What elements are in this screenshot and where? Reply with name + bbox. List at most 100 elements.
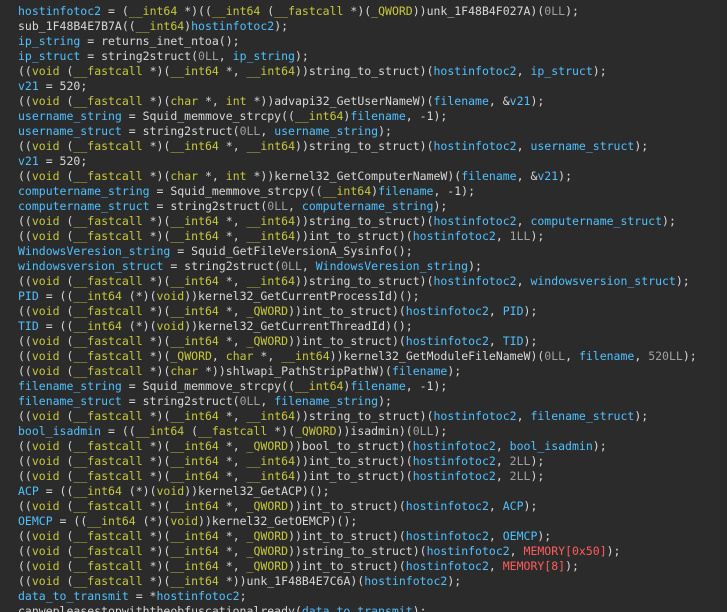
code-identifier[interactable]: WindowsVeresion_string	[316, 259, 468, 273]
code-identifier[interactable]: v21	[18, 79, 39, 93]
code-identifier[interactable]: hostinfotoc2	[434, 64, 517, 78]
code-line[interactable]: ACP = ((__int64 (*)(void))kernel32_GetAC…	[18, 484, 727, 499]
code-line[interactable]: username_struct = string2struct(0LL, use…	[18, 124, 727, 139]
code-line[interactable]: ((void (__fastcall *)(__int64 *))unk_1F4…	[18, 574, 727, 589]
code-identifier[interactable]: hostinfotoc2	[18, 4, 101, 18]
code-identifier[interactable]: filename	[579, 349, 634, 363]
code-identifier[interactable]: PID	[503, 304, 524, 318]
code-line[interactable]: ((void (__fastcall *)(__int64 *, _QWORD)…	[18, 544, 727, 559]
code-identifier[interactable]: filename_struct	[530, 409, 634, 423]
code-identifier[interactable]: hostinfotoc2	[406, 559, 489, 573]
code-identifier[interactable]: WindowsVeresion_string	[18, 244, 170, 258]
code-identifier[interactable]: ACP	[18, 484, 39, 498]
code-identifier[interactable]: data_to_transmit	[302, 604, 413, 612]
code-identifier[interactable]: computername_struct	[530, 214, 662, 228]
code-line[interactable]: ((void (__fastcall *)(__int64 *, __int64…	[18, 229, 727, 244]
code-identifier[interactable]: hostinfotoc2	[156, 589, 239, 603]
code-line[interactable]: ((void (__fastcall *)(char *))shlwapi_Pa…	[18, 364, 727, 379]
code-line[interactable]: ((void (__fastcall *)(__int64 *, _QWORD)…	[18, 334, 727, 349]
code-identifier[interactable]: computername_struct	[18, 199, 150, 213]
code-identifier[interactable]: ACP	[503, 499, 524, 513]
code-identifier[interactable]: computername_string	[18, 184, 150, 198]
code-line[interactable]: windowsversion_struct = string2struct(0L…	[18, 259, 727, 274]
code-line[interactable]: ((void (__fastcall *)(__int64 *, __int64…	[18, 454, 727, 469]
code-line[interactable]: ((void (__fastcall *)(__int64 *, _QWORD)…	[18, 499, 727, 514]
code-line[interactable]: computername_string = Squid_memmove_strc…	[18, 184, 727, 199]
code-identifier[interactable]: ip_struct	[18, 49, 80, 63]
code-line[interactable]: ((void (__fastcall *)(__int64 *, __int64…	[18, 214, 727, 229]
code-line[interactable]: ip_struct = string2struct(0LL, ip_string…	[18, 49, 727, 64]
code-identifier[interactable]: ip_struct	[530, 64, 592, 78]
code-line[interactable]: WindowsVeresion_string = Squid_GetFileVe…	[18, 244, 727, 259]
code-line[interactable]: bool_isadmin = ((__int64 (__fastcall *)(…	[18, 424, 727, 439]
code-identifier[interactable]: TID	[18, 319, 39, 333]
code-line[interactable]: data_to_transmit = *hostinfotoc2;	[18, 589, 727, 604]
code-identifier[interactable]: OEMCP	[503, 529, 538, 543]
code-identifier[interactable]: hostinfotoc2	[434, 274, 517, 288]
code-identifier[interactable]: hostinfotoc2	[413, 229, 496, 243]
code-line[interactable]: filename_struct = string2struct(0LL, fil…	[18, 394, 727, 409]
code-identifier[interactable]: v21	[510, 94, 531, 108]
code-line[interactable]: ((void (__fastcall *)(__int64 *, __int64…	[18, 64, 727, 79]
code-line[interactable]: hostinfotoc2 = (__int64 *)((__int64 (__f…	[18, 4, 727, 19]
code-line[interactable]: ((void (__fastcall *)(char *, int *))ker…	[18, 169, 727, 184]
code-line[interactable]: sub_1F48B4E7B7A((__int64)hostinfotoc2);	[18, 19, 727, 34]
code-identifier[interactable]: filename	[378, 184, 433, 198]
code-identifier[interactable]: filename	[392, 364, 447, 378]
code-identifier[interactable]: OEMCP	[18, 514, 53, 528]
code-line[interactable]: PID = ((__int64 (*)(void))kernel32_GetCu…	[18, 289, 727, 304]
code-identifier[interactable]: filename_string	[18, 379, 122, 393]
code-identifier[interactable]: username_struct	[18, 124, 122, 138]
code-identifier[interactable]: ip_string	[18, 34, 80, 48]
code-line[interactable]: ((void (__fastcall *)(_QWORD, char *, __…	[18, 349, 727, 364]
code-line[interactable]: ((void (__fastcall *)(__int64 *, __int64…	[18, 409, 727, 424]
code-identifier[interactable]: hostinfotoc2	[434, 214, 517, 228]
code-identifier[interactable]: username_string	[18, 109, 122, 123]
code-identifier[interactable]: username_string	[274, 124, 378, 138]
code-line[interactable]: ((void (__fastcall *)(__int64 *, _QWORD)…	[18, 439, 727, 454]
code-line[interactable]: ((void (__fastcall *)(__int64 *, _QWORD)…	[18, 304, 727, 319]
code-identifier[interactable]: hostinfotoc2	[413, 439, 496, 453]
code-identifier[interactable]: filename	[350, 109, 405, 123]
code-identifier[interactable]: filename	[461, 169, 516, 183]
code-identifier[interactable]: hostinfotoc2	[191, 19, 274, 33]
code-identifier[interactable]: PID	[18, 289, 39, 303]
code-line[interactable]: canwepleasestopwiththeobfuscationalready…	[18, 604, 727, 612]
code-identifier[interactable]: hostinfotoc2	[406, 334, 489, 348]
code-identifier[interactable]: filename_string	[274, 394, 378, 408]
decompiled-code-view[interactable]: hostinfotoc2 = (__int64 *)((__int64 (__f…	[18, 4, 727, 612]
code-identifier[interactable]: TID	[503, 334, 524, 348]
code-identifier[interactable]: v21	[18, 154, 39, 168]
code-line[interactable]: computername_struct = string2struct(0LL,…	[18, 199, 727, 214]
code-line[interactable]: ((void (__fastcall *)(__int64 *, _QWORD)…	[18, 529, 727, 544]
code-identifier[interactable]: hostinfotoc2	[364, 574, 447, 588]
code-identifier[interactable]: computername_string	[302, 199, 434, 213]
code-identifier[interactable]: hostinfotoc2	[406, 529, 489, 543]
code-line[interactable]: ((void (__fastcall *)(__int64 *, __int64…	[18, 469, 727, 484]
code-line[interactable]: v21 = 520;	[18, 154, 727, 169]
code-line[interactable]: ((void (__fastcall *)(__int64 *, __int64…	[18, 139, 727, 154]
code-identifier[interactable]: v21	[537, 169, 558, 183]
code-identifier[interactable]: filename_struct	[18, 394, 122, 408]
code-identifier[interactable]: filename	[434, 94, 489, 108]
code-identifier[interactable]: data_to_transmit	[18, 589, 129, 603]
code-identifier[interactable]: windowsversion_struct	[530, 274, 675, 288]
code-identifier[interactable]: hostinfotoc2	[406, 304, 489, 318]
code-line[interactable]: v21 = 520;	[18, 79, 727, 94]
code-identifier[interactable]: username_struct	[530, 139, 634, 153]
code-identifier[interactable]: ip_string	[233, 49, 295, 63]
code-identifier[interactable]: hostinfotoc2	[427, 544, 510, 558]
code-identifier[interactable]: hostinfotoc2	[406, 499, 489, 513]
code-identifier[interactable]: filename	[350, 379, 405, 393]
code-line[interactable]: TID = ((__int64 (*)(void))kernel32_GetCu…	[18, 319, 727, 334]
code-line[interactable]: username_string = Squid_memmove_strcpy((…	[18, 109, 727, 124]
code-identifier[interactable]: bool_isadmin	[510, 439, 593, 453]
code-line[interactable]: ((void (__fastcall *)(__int64 *, __int64…	[18, 274, 727, 289]
code-identifier[interactable]: bool_isadmin	[18, 424, 101, 438]
code-line[interactable]: ((void (__fastcall *)(__int64 *, _QWORD)…	[18, 559, 727, 574]
code-identifier[interactable]: hostinfotoc2	[413, 469, 496, 483]
code-line[interactable]: filename_string = Squid_memmove_strcpy((…	[18, 379, 727, 394]
code-line[interactable]: ((void (__fastcall *)(char *, int *))adv…	[18, 94, 727, 109]
code-line[interactable]: OEMCP = ((__int64 (*)(void))kernel32_Get…	[18, 514, 727, 529]
code-line[interactable]: ip_string = returns_inet_ntoa();	[18, 34, 727, 49]
